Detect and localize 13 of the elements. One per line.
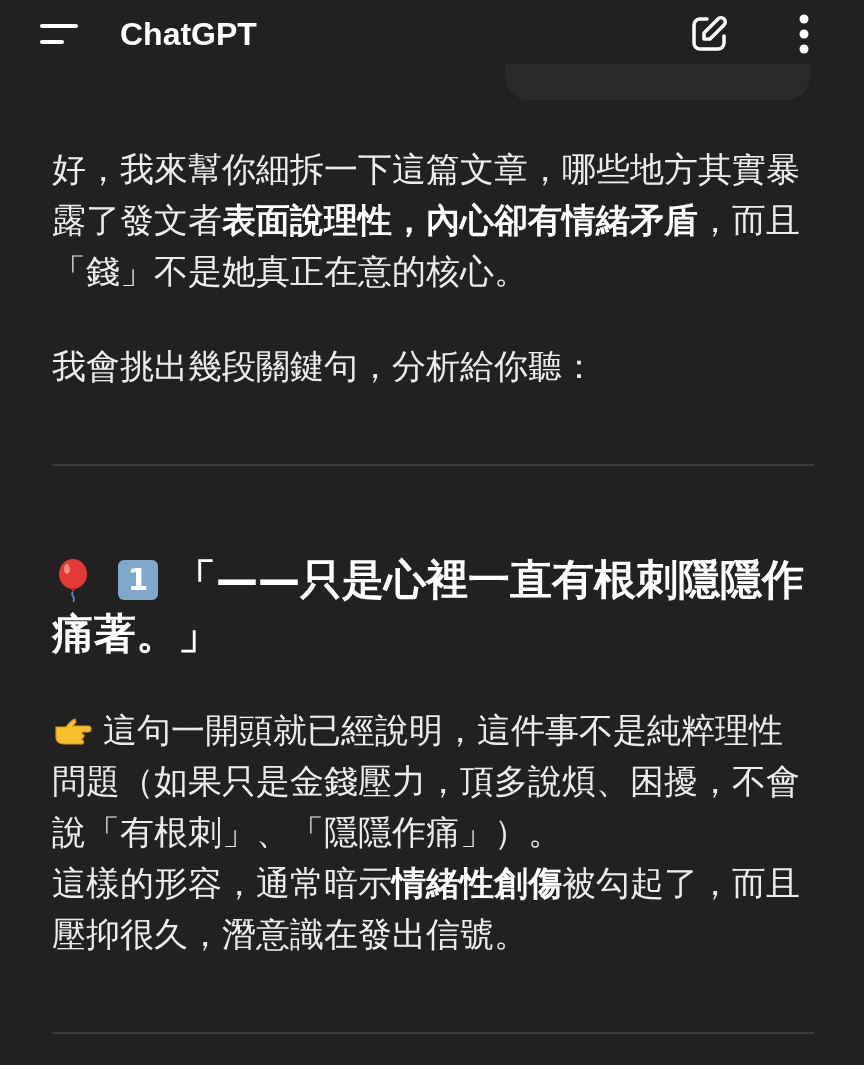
edit-icon[interactable]: [690, 15, 728, 53]
heading-text: 「——只是心裡一直有根刺隱隱作: [174, 554, 804, 606]
heading-text: 痛著。」: [52, 608, 221, 660]
balloon-icon: [56, 559, 90, 603]
paragraph: 我會挑出幾段關鍵句，分析給你聽：: [52, 345, 597, 388]
menu-icon[interactable]: [40, 23, 80, 45]
paragraph: 這樣的形容，通常暗示情緒性創傷被勾起了，而且壓抑很久，潛意識在發出信號。: [52, 862, 801, 956]
paragraph: 好，我來幫你細拆一下這篇文章，哪些地方其實暴露了發文者表面說理性，內心卻有情緒矛盾，而且「錢」不是她真正在意的核心。: [52, 148, 801, 293]
pointing-hand-icon: [52, 717, 92, 745]
paragraph: 這句一開頭就已經說明，這件事不是純粹理性問題（如果只是金錢壓力，頂多說煩、困擾，不會說「有根刺」、「隱隱作痛」）。: [52, 709, 801, 854]
more-options-icon[interactable]: [798, 14, 810, 54]
number-keycap: 1: [118, 560, 158, 600]
app-title: ChatGPT: [120, 15, 257, 53]
